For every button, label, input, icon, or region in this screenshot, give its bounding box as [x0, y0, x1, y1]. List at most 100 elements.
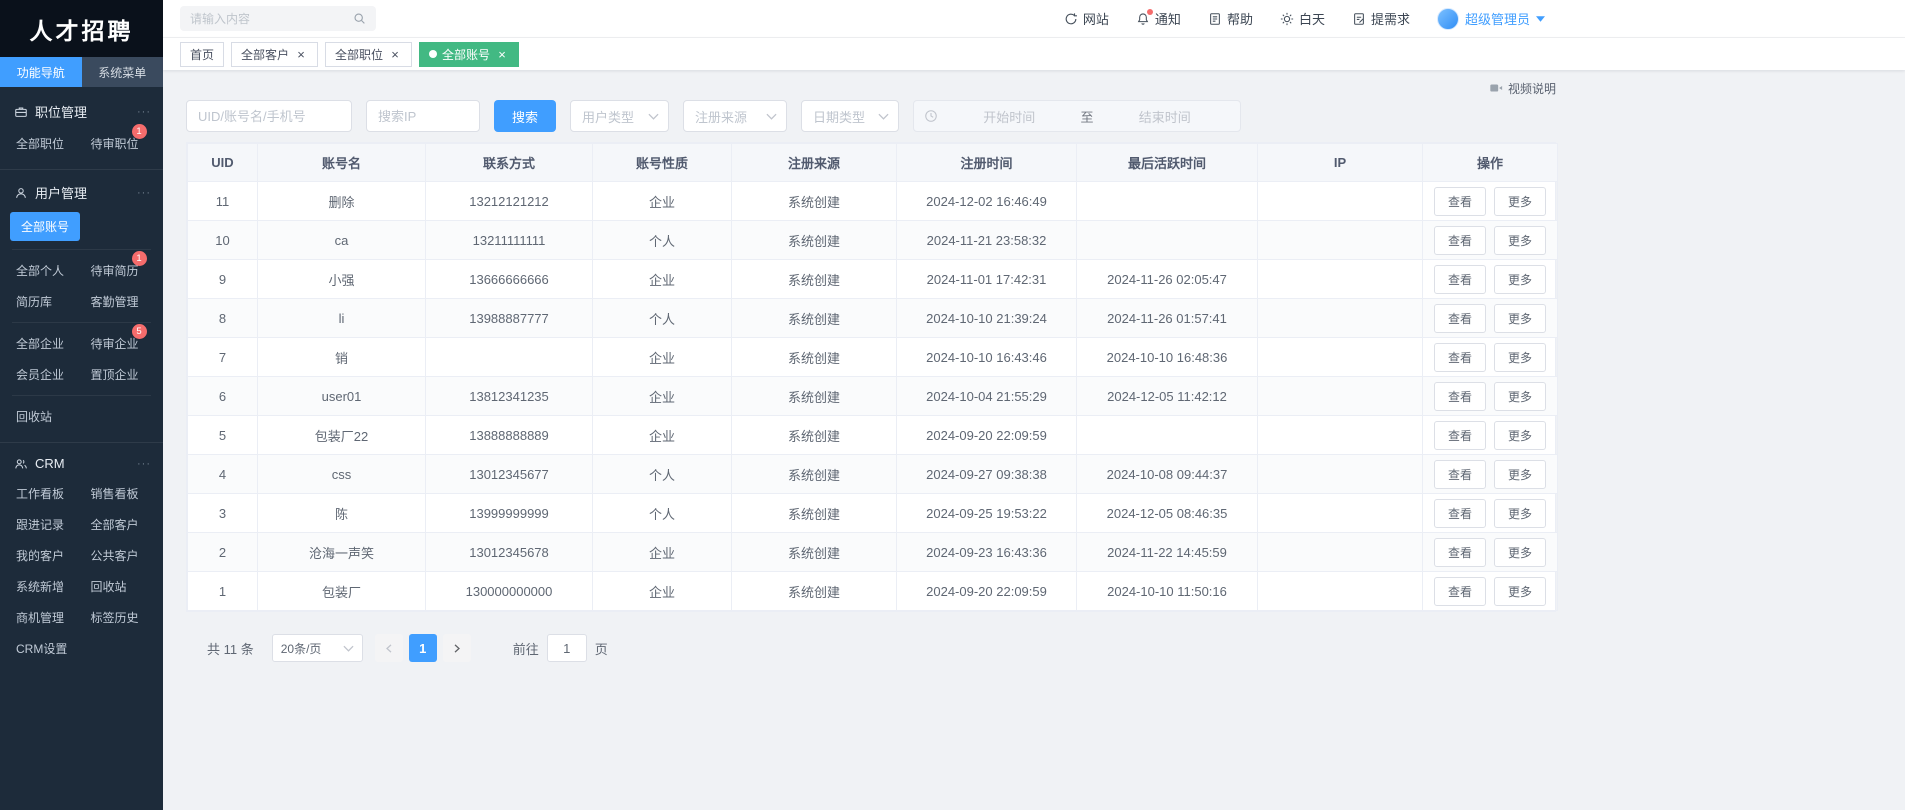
- cell-ip: [1258, 533, 1423, 572]
- user-menu[interactable]: 超级管理员: [1437, 8, 1545, 30]
- sidebar-item[interactable]: 全部企业: [8, 328, 74, 359]
- notifications-button[interactable]: 通知: [1136, 9, 1181, 28]
- sidebar-item[interactable]: 工作看板: [8, 478, 74, 509]
- more-button[interactable]: 更多: [1494, 226, 1546, 255]
- tags-view-tab[interactable]: 首页: [180, 42, 224, 67]
- tab-function-nav[interactable]: 功能导航: [0, 57, 82, 87]
- ellipsis-icon: ···: [137, 187, 151, 199]
- menu-group: 回收站: [0, 401, 163, 432]
- tags-view-tab[interactable]: 全部客户×: [231, 42, 318, 67]
- more-button[interactable]: 更多: [1494, 304, 1546, 333]
- sidebar-item[interactable]: 我的客户: [8, 540, 74, 571]
- prev-page-button[interactable]: [375, 634, 403, 662]
- more-button[interactable]: 更多: [1494, 265, 1546, 294]
- sidebar-item[interactable]: 公共客户: [83, 540, 149, 571]
- view-button[interactable]: 查看: [1434, 265, 1486, 294]
- sidebar-item[interactable]: 跟进记录: [8, 509, 74, 540]
- sidebar-item[interactable]: 商机管理: [8, 602, 74, 633]
- goto-page-input[interactable]: [547, 634, 587, 662]
- view-button[interactable]: 查看: [1434, 577, 1486, 606]
- search-button[interactable]: 搜索: [494, 100, 556, 132]
- view-button[interactable]: 查看: [1434, 421, 1486, 450]
- tags-view-tab[interactable]: 全部账号×: [419, 42, 519, 67]
- sidebar-item[interactable]: 全部客户: [83, 509, 149, 540]
- view-button[interactable]: 查看: [1434, 343, 1486, 372]
- cell-ip: [1258, 455, 1423, 494]
- tag-label: 全部职位: [335, 46, 383, 63]
- date-type-select[interactable]: 日期类型: [801, 100, 899, 132]
- user-type-select[interactable]: 用户类型: [570, 100, 669, 132]
- avatar: [1437, 8, 1459, 30]
- sidebar-item[interactable]: 置顶企业: [83, 359, 149, 390]
- table-body: 11删除13212121212企业系统创建2024-12-02 16:46:49…: [188, 182, 1558, 611]
- sidebar-item[interactable]: 待审企业5: [83, 328, 149, 359]
- sidebar-item[interactable]: 全部个人: [8, 255, 74, 286]
- ip-search-input[interactable]: [366, 100, 480, 132]
- website-link[interactable]: 网站: [1064, 9, 1109, 28]
- sidebar-item-label: 客勤管理: [91, 295, 139, 309]
- sidebar-item[interactable]: 会员企业: [8, 359, 74, 390]
- sidebar-item[interactable]: 待审职位1: [83, 128, 149, 159]
- close-icon[interactable]: ×: [388, 47, 402, 61]
- close-icon[interactable]: ×: [495, 47, 509, 61]
- page-size-select[interactable]: 20条/页: [272, 634, 363, 662]
- tags-view-tab[interactable]: 全部职位 ×: [325, 42, 412, 67]
- sidebar-item[interactable]: 简历库: [8, 286, 74, 317]
- tab-system-menu[interactable]: 系统菜单: [82, 57, 164, 87]
- cell-ip: [1258, 494, 1423, 533]
- cell-name: 包装厂: [258, 572, 426, 611]
- view-button[interactable]: 查看: [1434, 304, 1486, 333]
- sidebar-item[interactable]: 回收站: [83, 571, 149, 602]
- page-number-button[interactable]: 1: [409, 634, 437, 662]
- register-source-select[interactable]: 注册来源: [683, 100, 787, 132]
- sidebar-item[interactable]: 标签历史: [83, 602, 149, 633]
- sidebar-item[interactable]: 销售看板: [83, 478, 149, 509]
- pagination: 共 11 条 20条/页 1 前往 页: [186, 634, 1556, 662]
- more-button[interactable]: 更多: [1494, 538, 1546, 567]
- video-help-label: 视频说明: [1508, 80, 1556, 97]
- sidebar-item-current[interactable]: 全部账号: [10, 212, 80, 241]
- help-button[interactable]: 帮助: [1208, 9, 1253, 28]
- sidebar-section-header-positions[interactable]: 职位管理···: [0, 93, 163, 128]
- sidebar-item-label: 待审企业: [91, 337, 139, 351]
- next-page-button[interactable]: [443, 634, 471, 662]
- cell-name: 删除: [258, 182, 426, 221]
- more-button[interactable]: 更多: [1494, 187, 1546, 216]
- global-search-input[interactable]: [190, 12, 353, 26]
- sidebar-section-header-users[interactable]: 用户管理···: [0, 174, 163, 209]
- more-button[interactable]: 更多: [1494, 460, 1546, 489]
- more-button[interactable]: 更多: [1494, 382, 1546, 411]
- sidebar-item[interactable]: 回收站: [8, 401, 74, 432]
- global-search-box[interactable]: [180, 6, 376, 31]
- feedback-button[interactable]: 提需求: [1352, 9, 1410, 28]
- cell-reg-time: 2024-09-23 16:43:36: [897, 533, 1077, 572]
- theme-toggle-button[interactable]: 白天: [1280, 9, 1325, 28]
- date-range-picker[interactable]: 开始时间 至 结束时间: [913, 100, 1241, 132]
- view-button[interactable]: 查看: [1434, 538, 1486, 567]
- more-button[interactable]: 更多: [1494, 499, 1546, 528]
- view-button[interactable]: 查看: [1434, 460, 1486, 489]
- menu-group: 全部企业待审企业5 会员企业 置顶企业: [0, 328, 163, 390]
- view-button[interactable]: 查看: [1434, 382, 1486, 411]
- sidebar-item[interactable]: 待审简历1: [83, 255, 149, 286]
- cell-reg-time: 2024-10-10 16:43:46: [897, 338, 1077, 377]
- cell-phone: 13212121212: [426, 182, 593, 221]
- topbar-action-label: 帮助: [1227, 9, 1253, 28]
- sidebar-item[interactable]: 全部职位: [8, 128, 74, 159]
- sidebar-item[interactable]: CRM设置: [8, 633, 74, 664]
- keyword-input[interactable]: [186, 100, 352, 132]
- sidebar-section-header-crm[interactable]: CRM···: [0, 447, 163, 478]
- view-button[interactable]: 查看: [1434, 499, 1486, 528]
- sidebar-item[interactable]: 系统新增: [8, 571, 74, 602]
- cell-phone: 13988887777: [426, 299, 593, 338]
- table-row: 11删除13212121212企业系统创建2024-12-02 16:46:49…: [188, 182, 1558, 221]
- video-help-link[interactable]: 视频说明: [186, 79, 1556, 97]
- view-button[interactable]: 查看: [1434, 226, 1486, 255]
- more-button[interactable]: 更多: [1494, 343, 1546, 372]
- view-button[interactable]: 查看: [1434, 187, 1486, 216]
- more-button[interactable]: 更多: [1494, 421, 1546, 450]
- sidebar-item-label: 会员企业: [16, 368, 64, 382]
- sidebar-item[interactable]: 客勤管理: [83, 286, 149, 317]
- more-button[interactable]: 更多: [1494, 577, 1546, 606]
- close-icon[interactable]: ×: [294, 47, 308, 61]
